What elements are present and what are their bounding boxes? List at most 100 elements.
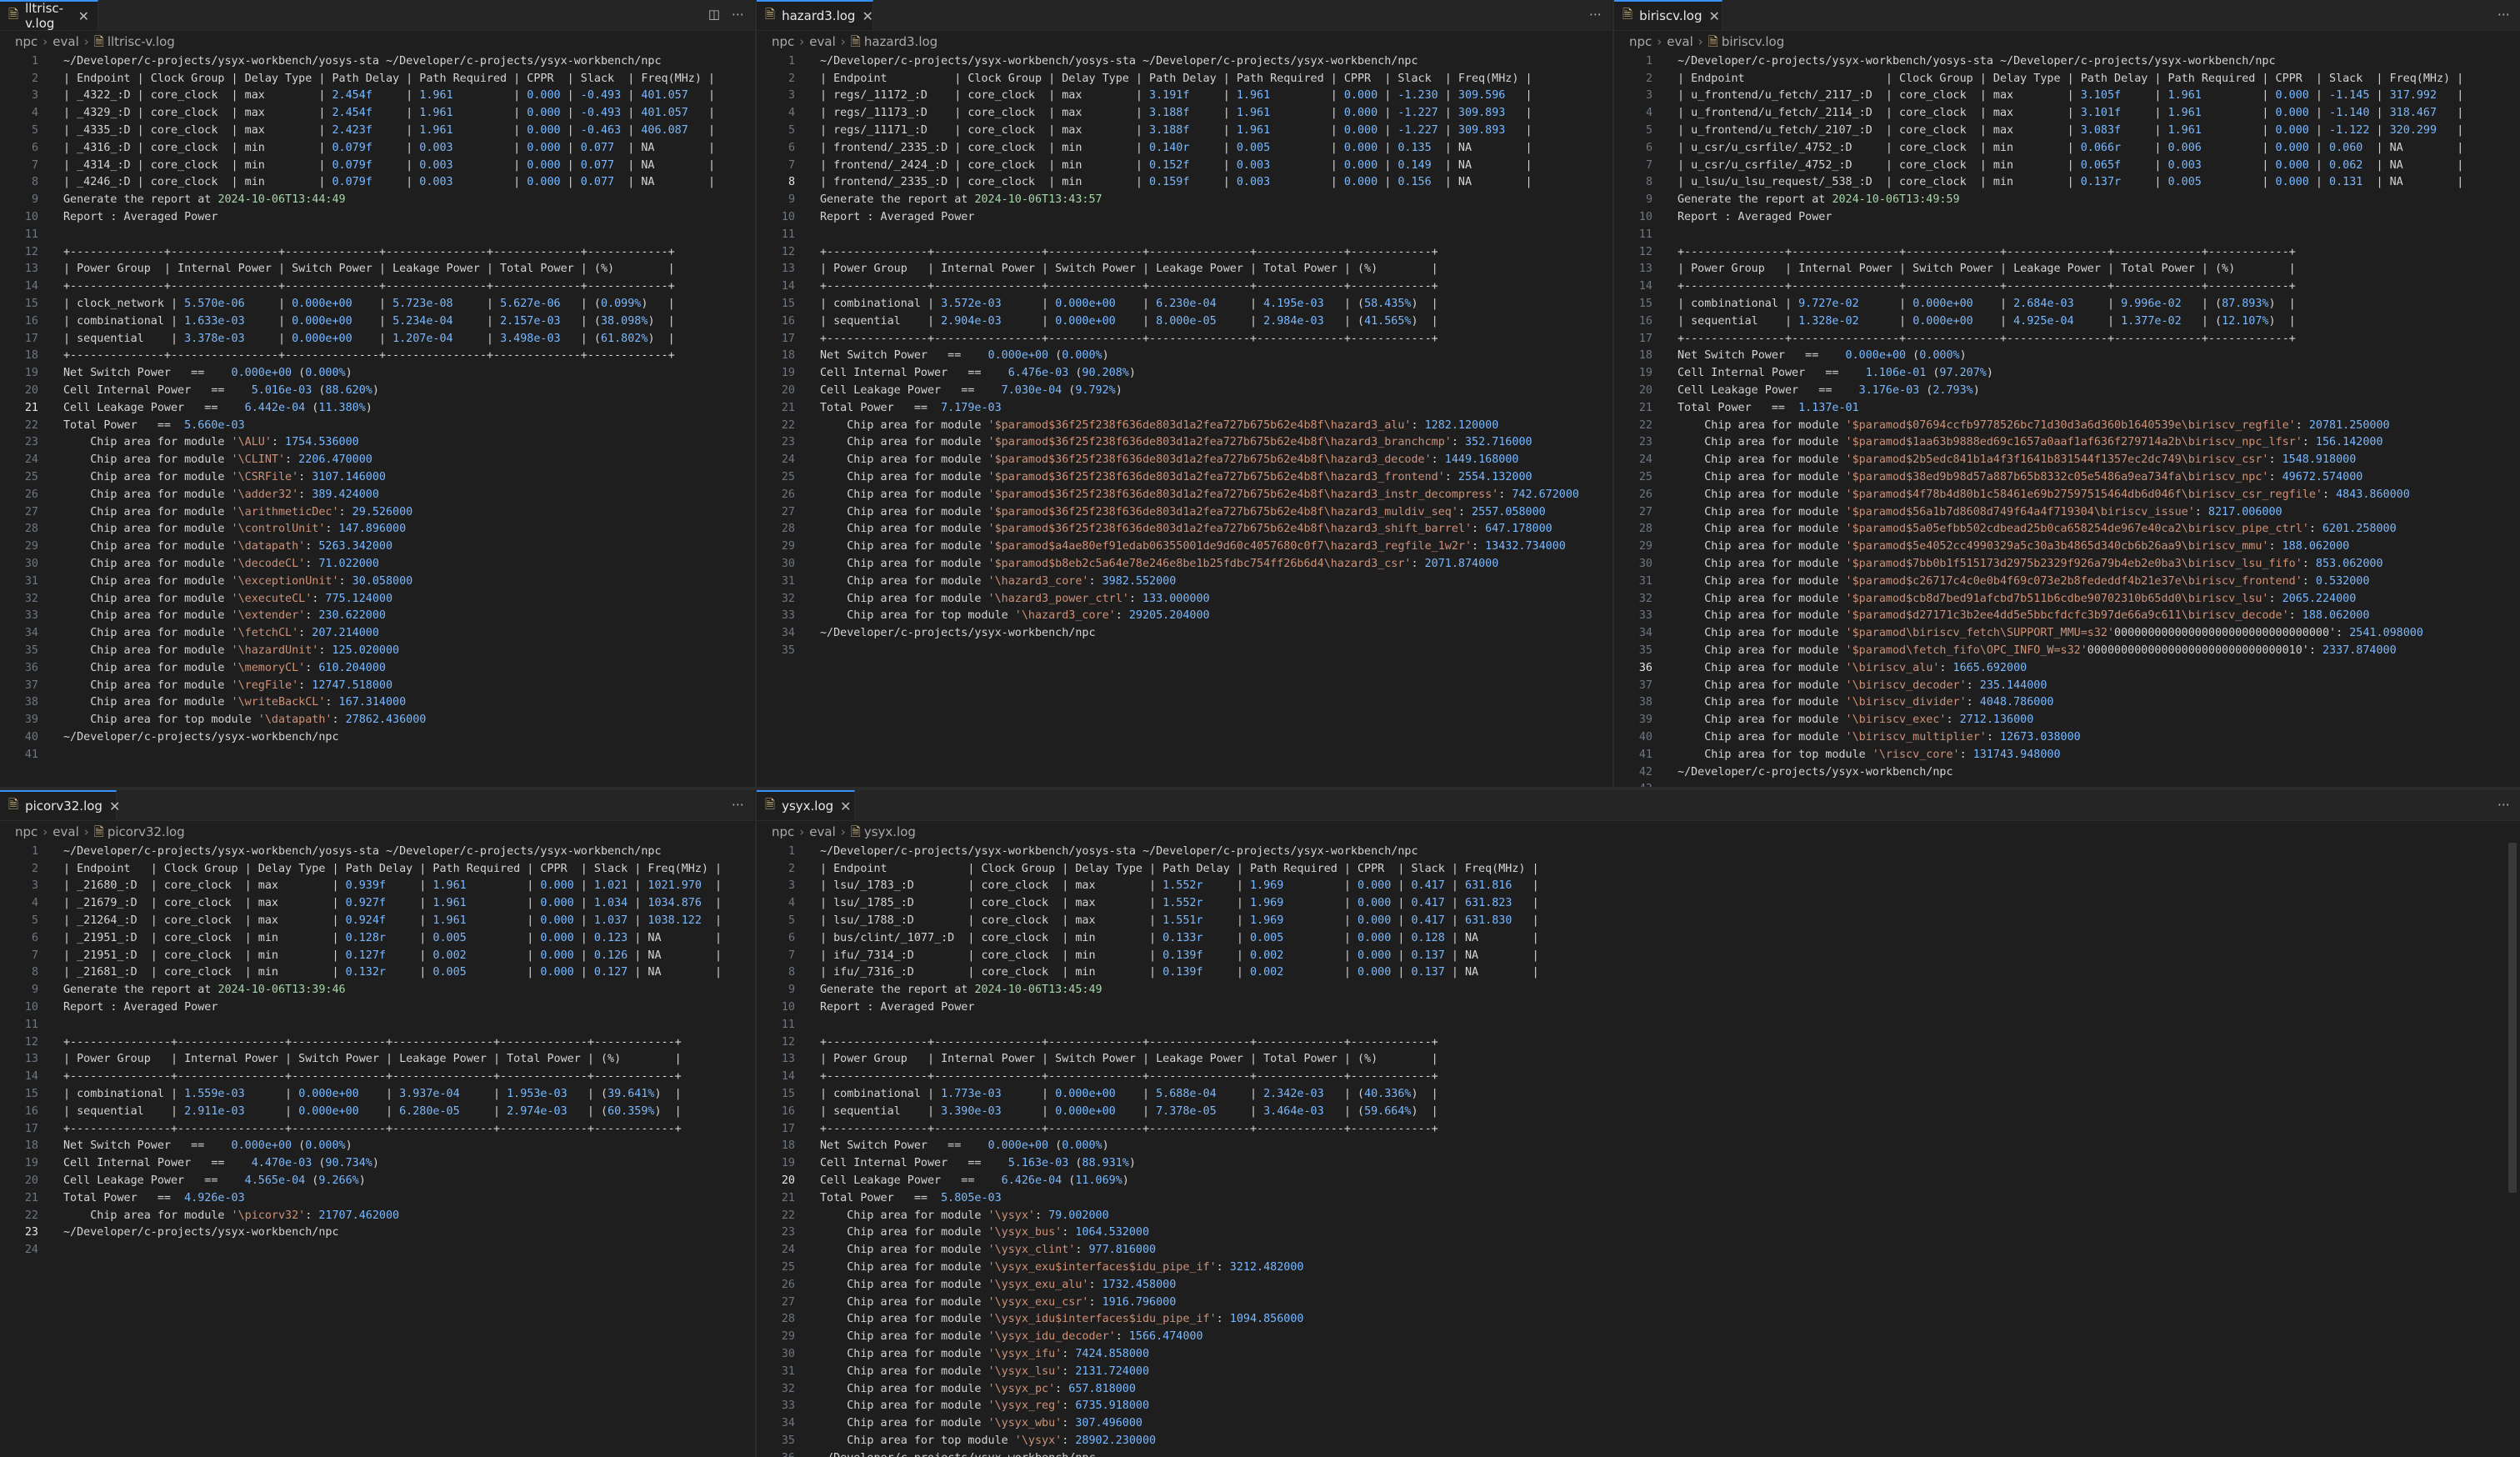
line-text: | ifu/_7316_:D | core_clock | min | 0.13… (820, 966, 1539, 979)
breadcrumb-item[interactable]: npc (15, 824, 38, 839)
code-line: 29 Chip area for module '\ysyx_idu_decod… (757, 1328, 2520, 1345)
line-number: 5 (788, 914, 795, 928)
line-text: Chip area for module '\biriscv_decoder':… (1678, 678, 2048, 692)
line-number: 5 (788, 124, 795, 138)
breadcrumb-item[interactable]: npc (772, 34, 794, 49)
editor-tab[interactable]: 🗎 hazard3.log ✕ (757, 0, 873, 30)
code-line: 4 | lsu/_1785_:D | core_clock | max | 1.5… (757, 894, 2520, 912)
breadcrumb-item[interactable]: npc (772, 824, 794, 839)
breadcrumb-item[interactable]: eval (809, 34, 835, 49)
line-number: 9 (788, 984, 795, 997)
more-actions-icon[interactable]: ⋯ (732, 7, 744, 22)
line-text: | frontend/_2335_:D | core_clock | min |… (820, 176, 1532, 189)
breadcrumb-item[interactable]: hazard3.log (864, 34, 938, 49)
line-number: 21 (24, 1191, 38, 1204)
code-line: 23 Chip area for module '$paramod$36f25f… (757, 434, 1612, 452)
editor-tab[interactable]: 🗎 lltrisc-v.log ✕ (0, 0, 98, 31)
code-line: 27 Chip area for module '$paramod$36f25f… (757, 503, 1612, 521)
code-line: 23 Chip area for module '\ALU': 1754.536… (0, 434, 754, 452)
close-icon[interactable]: ✕ (862, 8, 872, 24)
breadcrumb-item[interactable]: eval (1667, 34, 1692, 49)
line-number: 35 (24, 644, 38, 658)
close-icon[interactable]: ✕ (78, 8, 89, 24)
code-line: 16 | combinational | 1.633e-03 | 0.000e+0… (0, 313, 754, 330)
close-icon[interactable]: ✕ (1709, 8, 1720, 24)
breadcrumb-item[interactable]: picorv32.log (108, 824, 185, 839)
line-number: 27 (1638, 505, 1652, 518)
code-line: 2 | Endpoint | Clock Group | Delay Type |… (1614, 70, 2520, 88)
more-actions-icon[interactable]: ⋯ (2498, 797, 2510, 812)
split-editor-icon[interactable]: ◫ (708, 7, 720, 22)
code-line: 10 Report : Averaged Power (757, 999, 2520, 1016)
breadcrumb-item[interactable]: eval (52, 34, 78, 49)
line-number: 24 (781, 453, 795, 467)
code-editor[interactable]: 1 ~/Developer/c-projects/ysyx-workbench/y… (0, 53, 754, 787)
line-number: 19 (781, 1157, 795, 1170)
code-line: 34 Chip area for module '$paramod\birisc… (1614, 624, 2520, 642)
close-icon[interactable]: ✕ (840, 799, 851, 814)
line-number: 6 (31, 141, 38, 154)
breadcrumb-item[interactable]: eval (52, 824, 78, 839)
close-icon[interactable]: ✕ (109, 799, 120, 814)
line-number: 34 (781, 1417, 795, 1430)
line-text: Report : Averaged Power (63, 1001, 218, 1014)
line-text: Total Power == 5.660e-03 (63, 418, 245, 432)
line-number: 39 (24, 713, 38, 727)
code-editor[interactable]: 1 ~/Developer/c-projects/ysyx-workbench/y… (0, 843, 754, 1457)
code-line: 21 Total Power == 4.926e-03 (0, 1189, 754, 1207)
breadcrumb: npc › eval › 🗎 ysyx.log (772, 824, 916, 844)
code-editor[interactable]: 1 ~/Developer/c-projects/ysyx-workbench/y… (757, 53, 1612, 787)
more-actions-icon[interactable]: ⋯ (2498, 7, 2510, 22)
breadcrumb-item[interactable]: eval (809, 824, 835, 839)
code-line: 12 +---------------+----------------+----… (757, 1034, 2520, 1051)
code-line: 6 | u_csr/u_csrfile/_4752_:D | core_clock… (1614, 139, 2520, 157)
line-text: Chip area for module '$paramod$b8eb2c5a6… (820, 558, 1499, 571)
line-text: Chip area for module '\hazardUnit': 125.… (63, 644, 400, 658)
code-line: 27 Chip area for module '$paramod$56a1b7… (1614, 503, 2520, 521)
line-text: Chip area for module '\ysyx_bus': 1064.5… (820, 1226, 1150, 1239)
line-number: 26 (781, 1278, 795, 1291)
code-line: 19 Cell Internal Power == 5.163e-03 (88.9… (757, 1154, 2520, 1172)
breadcrumb-item[interactable]: npc (1629, 34, 1652, 49)
more-actions-icon[interactable]: ⋯ (732, 797, 744, 812)
line-number: 30 (781, 558, 795, 571)
code-line: 20 Cell Leakage Power == 7.030e-04 (9.792… (757, 382, 1612, 399)
code-editor[interactable]: 1 ~/Developer/c-projects/ysyx-workbench/y… (757, 843, 2520, 1457)
more-actions-icon[interactable]: ⋯ (1589, 7, 1602, 22)
line-text: ~/Developer/c-projects/ysyx-workbench/np… (820, 1452, 1096, 1457)
line-text: | _21681_:D | core_clock | min | 0.132r … (63, 966, 722, 979)
code-line: 23 Chip area for module '$paramod$1aa63b… (1614, 434, 2520, 452)
line-number: 33 (1638, 609, 1652, 623)
code-line: 14 +---------------+----------------+----… (757, 278, 1612, 295)
editor-tab[interactable]: 🗎 picorv32.log ✕ (0, 790, 120, 820)
code-line: 22 Chip area for module '\ysyx': 79.0020… (757, 1207, 2520, 1224)
line-number: 16 (781, 314, 795, 328)
breadcrumb-item[interactable]: lltrisc-v.log (108, 34, 175, 49)
scrollbar[interactable] (2508, 843, 2517, 1193)
code-line: 7 | u_csr/u_csrfile/_4752_:D | core_clock… (1614, 157, 2520, 174)
code-line: 15 | clock_network | 5.570e-06 | 0.000e+0… (0, 295, 754, 313)
line-number: 33 (781, 609, 795, 623)
line-number: 28 (781, 1313, 795, 1326)
editor-tab[interactable]: 🗎 ysyx.log ✕ (757, 790, 855, 820)
breadcrumb-item[interactable]: biriscv.log (1722, 34, 1784, 49)
breadcrumb-item[interactable]: ysyx.log (864, 824, 916, 839)
code-line: 16 | sequential | 2.904e-03 | 0.000e+00 |… (757, 313, 1612, 330)
line-number: 5 (31, 914, 38, 928)
file-icon: 🗎 (93, 824, 104, 839)
code-line: 11 (0, 1016, 754, 1034)
line-text: | Power Group | Internal Power | Switch … (820, 1053, 1438, 1066)
code-line: 41 (0, 746, 754, 764)
tab-label: lltrisc-v.log (25, 1, 64, 31)
line-number: 17 (781, 332, 795, 345)
editor-tab[interactable]: 🗎 biriscv.log ✕ (1614, 0, 1722, 30)
tab-bar: 🗎 biriscv.log ✕ ⋯ (1614, 0, 2520, 31)
code-editor[interactable]: 1 ~/Developer/c-projects/ysyx-workbench/y… (1614, 53, 2520, 787)
chevron-right-icon: › (799, 824, 805, 839)
line-number: 27 (24, 505, 38, 518)
breadcrumb-item[interactable]: npc (15, 34, 38, 49)
line-number: 25 (781, 1261, 795, 1274)
code-line: 10 Report : Averaged Power (1614, 208, 2520, 226)
line-text: Cell Leakage Power == 4.565e-04 (9.266%) (63, 1174, 366, 1188)
line-number: 4 (788, 107, 795, 120)
